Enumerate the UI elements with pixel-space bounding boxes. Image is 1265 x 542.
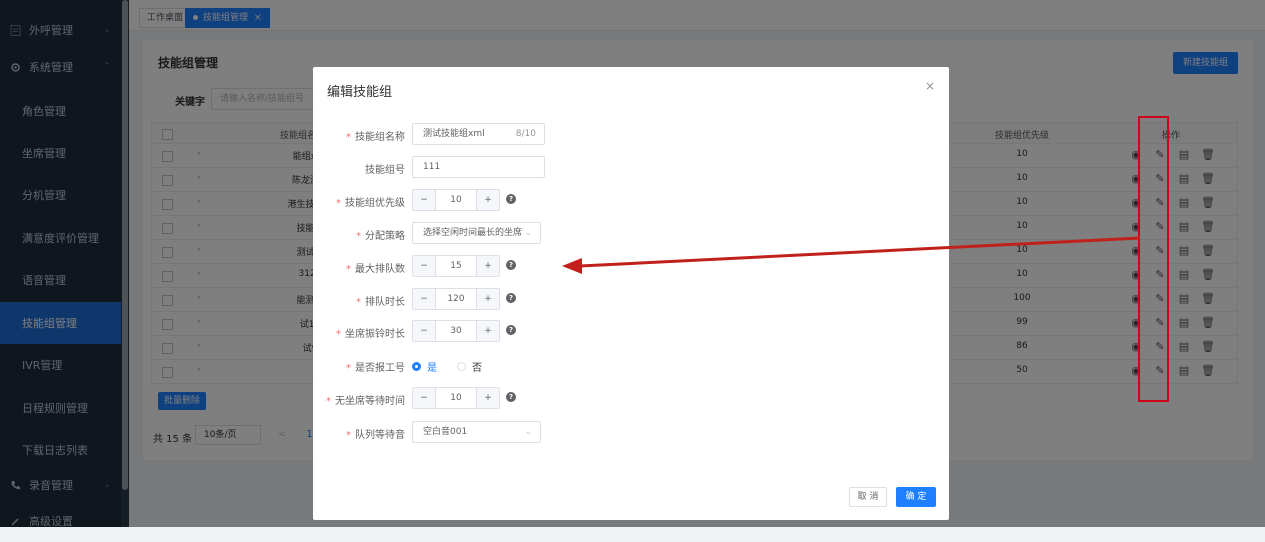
decrement-button[interactable]: − xyxy=(413,321,436,341)
annotation-highlight-box xyxy=(1138,116,1169,402)
increment-button[interactable]: + xyxy=(476,289,499,309)
increment-button[interactable]: + xyxy=(476,388,499,408)
form-row-queue-music: * 队列等待音 空白音001 ⌄ xyxy=(313,421,949,445)
field-label: * 最大排队数 xyxy=(346,264,405,275)
help-icon[interactable]: ? xyxy=(506,194,516,204)
field-label: * 无坐席等待时间 xyxy=(326,396,405,407)
decrement-button[interactable]: − xyxy=(413,190,436,210)
number-input[interactable]: 111 xyxy=(412,156,545,178)
char-counter: 8/10 xyxy=(515,129,536,139)
help-icon[interactable]: ? xyxy=(506,325,516,335)
field-label: * 排队时长 xyxy=(356,297,405,308)
form-row-strategy: * 分配策略 选择空闲时间最长的坐席 ⌄ xyxy=(313,222,949,246)
form-row-priority: * 技能组优先级 −10 + ? xyxy=(313,189,949,213)
form-row-ring-time: * 坐席振铃时长 −30 + ? xyxy=(313,320,949,344)
field-label: * 技能组名称 xyxy=(346,132,405,143)
chevron-down-icon: ⌄ xyxy=(524,228,532,238)
radio-yes[interactable]: 是 xyxy=(412,359,437,374)
field-label: * 坐席振铃时长 xyxy=(336,329,405,340)
strategy-select[interactable]: 选择空闲时间最长的坐席 ⌄ xyxy=(412,222,541,244)
field-label: * 分配策略 xyxy=(356,231,405,242)
cancel-button[interactable]: 取 消 xyxy=(849,487,887,507)
help-icon[interactable]: ? xyxy=(506,392,516,402)
name-input[interactable]: 测试技能组xml 8/10 xyxy=(412,123,545,145)
radio-no[interactable]: 否 xyxy=(457,359,482,374)
edit-skill-group-dialog: 编辑技能组 × * 技能组名称 测试技能组xml 8/10 技能组号 111 * 技能… xyxy=(313,67,949,520)
priority-stepper[interactable]: −10 + xyxy=(412,189,500,211)
help-icon[interactable]: ? xyxy=(506,260,516,270)
queue-time-stepper[interactable]: −120 + xyxy=(412,288,500,310)
max-queue-stepper[interactable]: −15 + xyxy=(412,255,500,277)
form-row-report-id: * 是否报工号 是 否 xyxy=(313,354,949,378)
form-row-max-queue: * 最大排队数 −15 + ? xyxy=(313,255,949,279)
confirm-button[interactable]: 确 定 xyxy=(896,487,936,507)
field-label: * 是否报工号 xyxy=(346,363,405,374)
increment-button[interactable]: + xyxy=(476,256,499,276)
help-icon[interactable]: ? xyxy=(506,293,516,303)
form-row-no-agent-wait: * 无坐席等待时间 −10 + ? xyxy=(313,387,949,411)
increment-button[interactable]: + xyxy=(476,190,499,210)
chevron-down-icon: ⌄ xyxy=(524,427,532,437)
decrement-button[interactable]: − xyxy=(413,388,436,408)
increment-button[interactable]: + xyxy=(476,321,499,341)
form-row-name: * 技能组名称 测试技能组xml 8/10 xyxy=(313,123,949,147)
no-agent-wait-stepper[interactable]: −10 + xyxy=(412,387,500,409)
decrement-button[interactable]: − xyxy=(413,289,436,309)
field-label: * 技能组优先级 xyxy=(336,198,405,209)
ring-time-stepper[interactable]: −30 + xyxy=(412,320,500,342)
field-label: * 队列等待音 xyxy=(346,430,405,441)
close-icon[interactable]: × xyxy=(925,79,935,93)
form-row-number: 技能组号 111 xyxy=(313,156,949,180)
form-row-queue-time: * 排队时长 −120 + ? xyxy=(313,288,949,312)
field-label: 技能组号 xyxy=(365,165,405,176)
queue-music-select[interactable]: 空白音001 ⌄ xyxy=(412,421,541,443)
dialog-title: 编辑技能组 xyxy=(327,85,393,100)
decrement-button[interactable]: − xyxy=(413,256,436,276)
